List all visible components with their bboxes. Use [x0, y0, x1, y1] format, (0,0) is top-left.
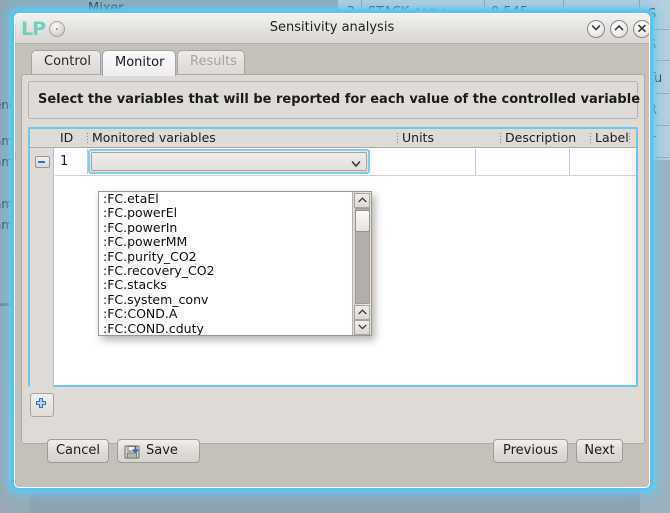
save-button[interactable]: Save: [117, 439, 200, 463]
cancel-button[interactable]: Cancel: [47, 439, 109, 463]
chevron-down-icon: [358, 324, 367, 330]
column-resize-grip-description[interactable]: [499, 132, 502, 145]
column-header-id[interactable]: ID: [60, 129, 84, 147]
collapse-row-handle[interactable]: [35, 156, 50, 168]
chevron-up-icon: [358, 197, 367, 203]
dropdown-option[interactable]: :FC.etaEl: [99, 192, 353, 206]
dropdown-option[interactable]: :FC:COND.cduty: [99, 322, 353, 335]
dropdown-option[interactable]: :FC.stacks: [99, 278, 353, 292]
monitored-variable-combobox[interactable]: [88, 149, 370, 174]
column-resize-grip-label[interactable]: [589, 132, 592, 145]
maximize-button[interactable]: [610, 20, 628, 38]
dropdown-option[interactable]: :FC.powerMM: [99, 235, 353, 249]
dialog-title: Sensitivity analysis: [15, 20, 649, 35]
dropdown-option[interactable]: :FC.system_conv: [99, 293, 353, 307]
tab-results[interactable]: Results: [177, 50, 245, 74]
dropdown-option[interactable]: :FC.powerIn: [99, 221, 353, 235]
row-units-cell[interactable]: [371, 149, 475, 175]
chevron-up-icon: [358, 309, 367, 315]
minimize-button[interactable]: [587, 20, 605, 38]
row-separator: [55, 175, 636, 176]
chevron-down-icon: [591, 24, 601, 32]
close-button[interactable]: [633, 20, 650, 38]
column-resize-grip-monitored[interactable]: [86, 132, 89, 145]
dropdown-option[interactable]: :FC.purity_CO2: [99, 250, 353, 264]
scroll-up-button-secondary[interactable]: [354, 305, 370, 320]
row-id-cell[interactable]: 1: [55, 149, 88, 174]
column-header-label[interactable]: Label: [595, 129, 635, 147]
column-header-monitored[interactable]: Monitored variables: [92, 129, 392, 147]
dropdown-option[interactable]: :FC.powerEl: [99, 206, 353, 220]
save-button-label: Save: [146, 443, 178, 458]
column-resize-grip-units[interactable]: [396, 132, 399, 145]
close-x-icon: [637, 24, 647, 33]
column-header-units[interactable]: Units: [402, 129, 496, 147]
scroll-up-button[interactable]: [354, 193, 370, 208]
instruction-text: Select the variables that will be report…: [38, 92, 640, 107]
grid-row-gutter: [30, 148, 54, 387]
row-description-cell[interactable]: [476, 149, 569, 175]
tab-control[interactable]: Control: [31, 50, 101, 74]
grid-header-row: ID Monitored variables Units Description…: [30, 129, 636, 148]
row-label-cell[interactable]: [570, 149, 636, 175]
scroll-down-button[interactable]: [354, 320, 370, 335]
save-disk-icon: [124, 444, 140, 460]
chevron-up-icon: [614, 24, 624, 32]
previous-button[interactable]: Previous: [493, 439, 568, 463]
instruction-banner: Select the variables that will be report…: [28, 81, 638, 119]
add-row-button[interactable]: [30, 393, 54, 417]
combobox-field[interactable]: [91, 152, 367, 171]
plus-icon: [34, 397, 48, 411]
dialog-titlebar[interactable]: LP Sensitivity analysis: [15, 14, 649, 44]
screen-root: ene ams ams ams ams Mixer 3 STACK conv .…: [0, 0, 670, 513]
scrollbar-thumb[interactable]: [355, 210, 370, 232]
next-button[interactable]: Next: [576, 439, 623, 463]
tab-monitor[interactable]: Monitor: [102, 50, 176, 76]
monitored-variable-dropdown[interactable]: :FC.etaEl:FC.powerEl:FC.powerIn:FC.power…: [98, 191, 372, 336]
dropdown-option[interactable]: :FC:COND.A: [99, 307, 353, 321]
dropdown-option[interactable]: :FC.recovery_CO2: [99, 264, 353, 278]
column-header-description[interactable]: Description: [505, 129, 587, 147]
dropdown-option-list[interactable]: :FC.etaEl:FC.powerEl:FC.powerIn:FC.power…: [99, 192, 353, 335]
chevron-down-icon[interactable]: [350, 158, 362, 170]
dropdown-scrollbar[interactable]: [352, 192, 371, 335]
